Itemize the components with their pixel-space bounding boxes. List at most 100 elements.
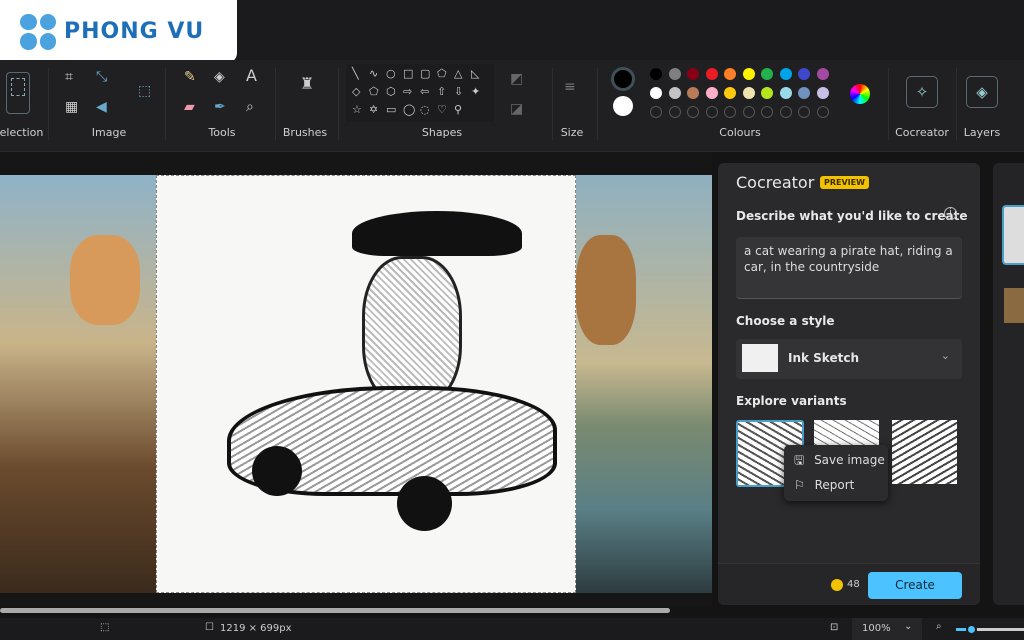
canvas-area[interactable] <box>0 152 712 607</box>
create-button[interactable]: Create <box>868 572 962 599</box>
custom-color-slot[interactable] <box>816 106 829 118</box>
shape-item[interactable]: □ <box>403 67 413 80</box>
shape-item[interactable]: ○ <box>386 67 396 80</box>
shape-item[interactable]: ╲ <box>352 67 359 80</box>
color-swatch[interactable] <box>724 68 736 80</box>
color-picker-icon[interactable]: ✒ <box>214 100 226 114</box>
edit-colors-icon[interactable] <box>850 84 870 104</box>
custom-color-slot[interactable] <box>650 106 662 118</box>
color-swatch[interactable] <box>687 87 699 99</box>
color-swatch[interactable] <box>798 87 810 99</box>
custom-color-slot[interactable] <box>779 106 792 118</box>
color-swatch[interactable] <box>761 68 773 80</box>
remove-background-icon[interactable]: ⬚ <box>138 84 151 98</box>
primary-color[interactable] <box>611 67 635 91</box>
prompt-input[interactable]: a cat wearing a pirate hat, riding a car… <box>736 237 962 299</box>
select-all-icon[interactable]: ▦ <box>65 100 78 114</box>
shape-item[interactable]: ⇦ <box>420 85 429 98</box>
sketch-image[interactable] <box>156 175 576 593</box>
shape-item[interactable]: ⇩ <box>454 85 463 98</box>
layers-button[interactable]: ◈ <box>966 76 998 108</box>
info-icon[interactable]: i <box>944 207 957 220</box>
crop-icon[interactable]: ⌗ <box>65 70 73 84</box>
color-palette <box>650 68 835 124</box>
custom-color-slot[interactable] <box>687 106 699 118</box>
color-swatch[interactable] <box>761 87 773 99</box>
shape-item[interactable]: ∿ <box>369 67 378 80</box>
shape-item[interactable]: ♡ <box>437 103 447 116</box>
custom-color-slot[interactable] <box>742 106 755 118</box>
cocreator-button[interactable]: ✧ <box>906 76 938 108</box>
color-swatch[interactable] <box>724 87 736 99</box>
shape-item[interactable]: ✦ <box>471 85 480 98</box>
color-swatch[interactable] <box>668 87 681 99</box>
layer-thumbnail-1[interactable] <box>1002 205 1024 265</box>
color-swatch[interactable] <box>798 68 810 80</box>
zoom-dropdown[interactable]: 100% ⌄ <box>852 618 922 640</box>
color-swatch[interactable] <box>742 87 755 99</box>
eraser-icon[interactable]: ▰ <box>184 100 195 114</box>
shape-item[interactable]: ⬠ <box>437 67 447 80</box>
color-swatch[interactable] <box>650 68 662 80</box>
custom-color-slot[interactable] <box>798 106 810 118</box>
shape-item[interactable]: ☆ <box>352 103 362 116</box>
color-swatch[interactable] <box>687 68 699 80</box>
color-swatch[interactable] <box>816 87 829 99</box>
logo-icon <box>20 13 56 50</box>
panel-title: Cocreator <box>736 173 815 192</box>
shape-item[interactable]: ⬡ <box>386 85 396 98</box>
outline-icon[interactable]: ◩ <box>510 72 523 86</box>
resize-icon[interactable]: ⤡ <box>96 70 107 84</box>
selection-button[interactable] <box>6 72 30 114</box>
shape-item[interactable]: ⚲ <box>454 103 462 116</box>
pencil-icon[interactable]: ✎ <box>184 70 196 84</box>
shape-item[interactable]: ▭ <box>386 103 396 116</box>
menu-item-report[interactable]: ⚐ Report <box>794 478 854 492</box>
size-icon[interactable]: ≡ <box>564 80 576 94</box>
text-icon[interactable]: A <box>246 68 257 84</box>
custom-color-slot[interactable] <box>668 106 681 118</box>
zoom-slider-thumb[interactable] <box>966 624 977 635</box>
color-swatch[interactable] <box>779 68 792 80</box>
brush-icon[interactable]: ♜ <box>300 76 314 92</box>
zoom-slider[interactable] <box>956 624 1024 635</box>
color-swatch[interactable] <box>705 68 718 80</box>
color-swatch[interactable] <box>650 87 662 99</box>
flag-icon: ⚐ <box>794 478 805 492</box>
shape-item[interactable]: ⬠ <box>369 85 379 98</box>
shape-item[interactable]: ◇ <box>352 85 360 98</box>
shape-item[interactable]: ✡ <box>369 103 378 116</box>
shape-item[interactable]: ▢ <box>420 67 430 80</box>
shape-item[interactable]: ◺ <box>471 67 479 80</box>
fit-to-window-icon[interactable]: ⊡ <box>830 622 838 633</box>
zoom-out-icon[interactable]: ⌕ <box>936 621 942 632</box>
magnifier-icon[interactable]: ⌕ <box>246 100 254 114</box>
shape-item[interactable]: △ <box>454 67 462 80</box>
color-swatch[interactable] <box>816 68 829 80</box>
shapes-gallery[interactable]: ╲ ∿ ○ □ ▢ ⬠ △ ◺ ◇ ⬠ ⬡ ⇨ ⇦ ⇧ ⇩ ✦ ☆ ✡ ▭ ◯ ◌ ♡ ⚲ <box>346 64 494 122</box>
variant-thumbnail-3[interactable] <box>892 420 957 484</box>
secondary-color[interactable] <box>613 96 633 116</box>
fill-icon[interactable]: ◈ <box>214 70 225 84</box>
custom-color-slot[interactable] <box>724 106 736 118</box>
shape-item[interactable]: ⇧ <box>437 85 446 98</box>
shape-item[interactable]: ◌ <box>420 103 430 116</box>
custom-color-slot[interactable] <box>705 106 718 118</box>
layer-thumbnail-2[interactable] <box>1004 288 1024 323</box>
custom-color-slot[interactable] <box>761 106 773 118</box>
color-swatch[interactable] <box>668 68 681 80</box>
style-dropdown[interactable]: Ink Sketch ⌄ <box>736 339 962 379</box>
menu-item-save-image[interactable]: 🖫 Save image <box>794 451 885 472</box>
horizontal-scrollbar[interactable] <box>0 608 670 613</box>
rotate-icon[interactable]: ◀ <box>96 100 107 114</box>
group-label-layers: Layers <box>963 126 1001 139</box>
context-menu: 🖫 Save image ⚐ Report <box>784 445 888 501</box>
shape-item[interactable]: ◯ <box>403 103 415 116</box>
color-swatch[interactable] <box>779 87 792 99</box>
color-swatch[interactable] <box>742 68 755 80</box>
canvas-size-icon: ☐ <box>205 622 214 633</box>
shape-item[interactable]: ⇨ <box>403 85 412 98</box>
fill-style-icon[interactable]: ◪ <box>510 102 523 116</box>
color-swatch[interactable] <box>705 87 718 99</box>
variant-image-right <box>576 175 712 593</box>
